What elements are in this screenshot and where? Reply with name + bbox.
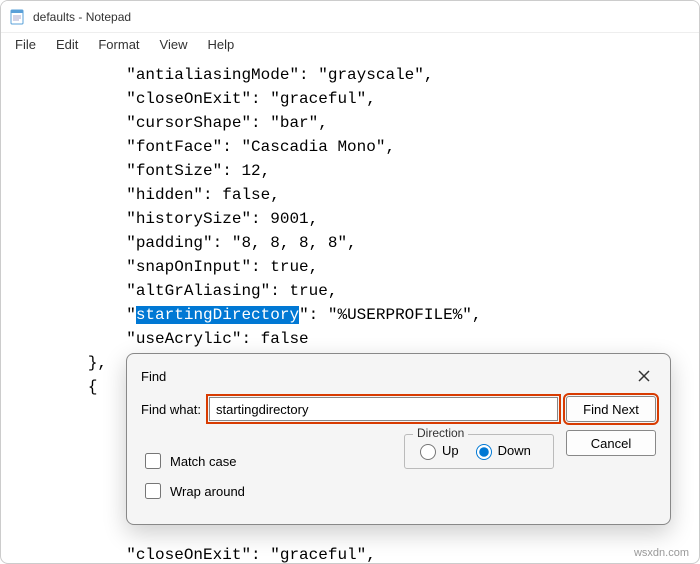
direction-up-radio[interactable] <box>420 444 436 460</box>
notepad-icon <box>9 9 25 25</box>
find-next-button[interactable]: Find Next <box>566 396 656 422</box>
editor-line: "snapOnInput": true, <box>11 255 689 279</box>
editor-line: "useAcrylic": false <box>11 327 689 351</box>
editor-line: "startingDirectory": "%USERPROFILE%", <box>11 303 689 327</box>
direction-up-label: Up <box>442 443 459 458</box>
selection-highlight: startingDirectory <box>136 306 299 324</box>
wrap-around-checkbox[interactable] <box>145 483 161 499</box>
menu-view[interactable]: View <box>150 35 198 54</box>
editor-line: "historySize": 9001, <box>11 207 689 231</box>
editor-line: "fontSize": 12, <box>11 159 689 183</box>
editor-line: "fontFace": "Cascadia Mono", <box>11 135 689 159</box>
notepad-window: defaults - Notepad File Edit Format View… <box>0 0 700 564</box>
editor-line: "padding": "8, 8, 8, 8", <box>11 231 689 255</box>
menubar: File Edit Format View Help <box>1 33 699 55</box>
editor-line: "closeOnExit": "graceful", <box>11 87 689 111</box>
find-dialog: Find Find what: Find Next Match case <box>126 353 671 525</box>
editor-line: "closeOnExit": "graceful", <box>11 543 689 563</box>
wrap-around-label: Wrap around <box>170 484 245 499</box>
menu-file[interactable]: File <box>5 35 46 54</box>
window-title: defaults - Notepad <box>33 10 131 24</box>
match-case-checkbox[interactable] <box>145 453 161 469</box>
menu-edit[interactable]: Edit <box>46 35 88 54</box>
find-dialog-title: Find <box>141 369 166 384</box>
direction-group: Direction Up Down <box>404 434 554 469</box>
menu-format[interactable]: Format <box>88 35 149 54</box>
editor-line: "antialiasingMode": "grayscale", <box>11 63 689 87</box>
match-case-label: Match case <box>170 454 236 469</box>
find-what-input[interactable] <box>209 397 558 421</box>
direction-down-label: Down <box>498 443 531 458</box>
direction-down-radio[interactable] <box>476 444 492 460</box>
find-what-label: Find what: <box>141 402 201 417</box>
close-icon[interactable] <box>632 364 656 388</box>
cancel-button[interactable]: Cancel <box>566 430 656 456</box>
find-dialog-header: Find <box>127 354 670 396</box>
editor-line: "hidden": false, <box>11 183 689 207</box>
titlebar: defaults - Notepad <box>1 1 699 33</box>
watermark: wsxdn.com <box>634 547 689 559</box>
editor-line: "cursorShape": "bar", <box>11 111 689 135</box>
menu-help[interactable]: Help <box>197 35 244 54</box>
editor-line: "altGrAliasing": true, <box>11 279 689 303</box>
direction-legend: Direction <box>413 426 468 440</box>
